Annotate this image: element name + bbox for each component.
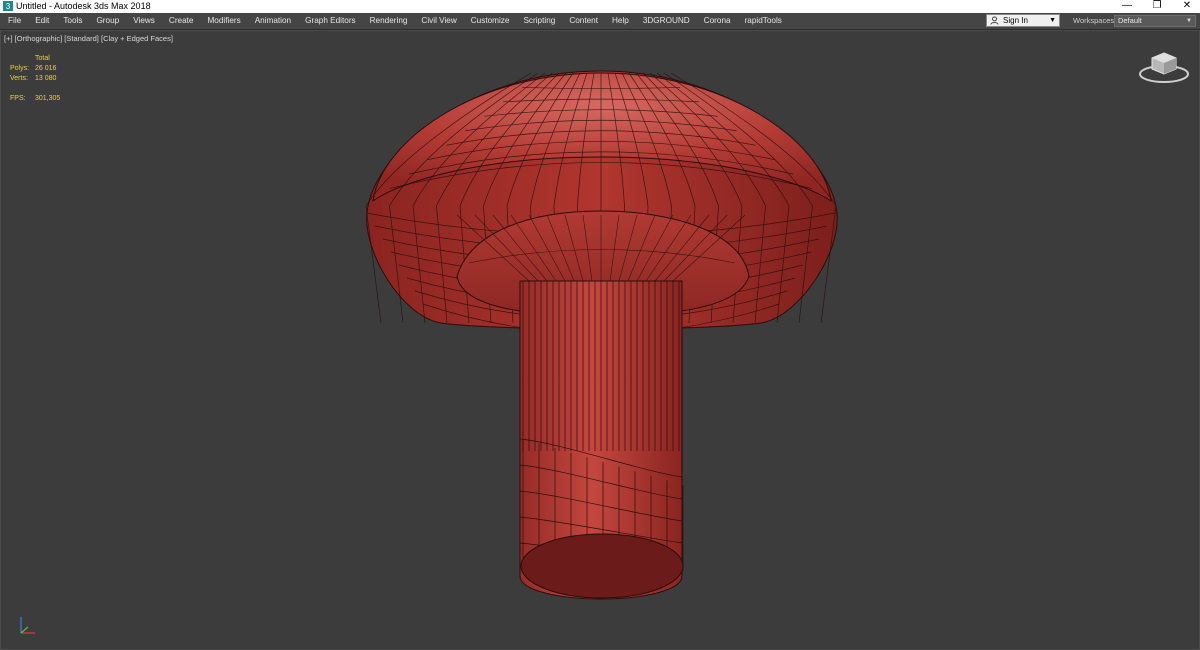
minimize-button[interactable]: — [1110,0,1144,13]
statistics-overlay: Total Polys: 26 016 Verts: 13 080 FPS: 301,… [10,54,60,104]
menu-graph-editors[interactable]: Graph Editors [298,13,363,29]
stats-polys-value: 26 016 [35,65,57,72]
sign-in-label: Sign In [1003,16,1028,25]
menu-help[interactable]: Help [605,13,636,29]
workspaces-select[interactable]: Default ▼ [1114,15,1196,27]
viewcube-icon[interactable] [1137,49,1191,87]
menu-scripting[interactable]: Scripting [516,13,562,29]
maximize-button[interactable]: ❐ [1140,0,1174,13]
chevron-down-icon: ▼ [1186,18,1192,24]
menu-3dground[interactable]: 3DGROUND [636,13,697,29]
axis-tripod-icon [20,617,35,634]
workspaces-value: Default [1118,16,1142,25]
viewport-label[interactable]: [+] [Orthographic] [Standard] [Clay + Ed… [4,34,173,43]
viewport-shading-label[interactable]: [Standard] [64,34,99,43]
sign-in-dropdown[interactable]: Sign In ▼ [986,14,1060,27]
viewport-menu[interactable]: [+] [4,34,13,43]
menu-group[interactable]: Group [89,13,126,29]
viewport-mode-label[interactable]: [Clay + Edged Faces] [101,34,173,43]
menu-content[interactable]: Content [562,13,605,29]
workspaces-label: Workspaces: [1073,16,1117,25]
mushroom-model[interactable] [365,70,838,600]
stats-fps-value: 301,305 [35,95,61,102]
menu-create[interactable]: Create [162,13,201,29]
title-bar: 3 Untitled - Autodesk 3ds Max 2018 — ❐ ✕ [0,0,1200,13]
stats-total-header: Total [35,55,50,62]
stats-fps-label: FPS: [10,95,26,102]
chevron-down-icon: ▼ [1049,17,1056,24]
menu-animation[interactable]: Animation [248,13,298,29]
stats-verts-value: 13 080 [35,75,57,82]
menu-edit[interactable]: Edit [28,13,56,29]
close-button[interactable]: ✕ [1170,0,1200,13]
menu-rapidtools[interactable]: rapidTools [738,13,789,29]
menu-tools[interactable]: Tools [56,13,89,29]
menu-corona[interactable]: Corona [697,13,738,29]
3ds-max-icon: 3 [3,1,13,11]
menu-modifiers[interactable]: Modifiers [200,13,247,29]
menu-rendering[interactable]: Rendering [363,13,415,29]
menu-views[interactable]: Views [126,13,162,29]
perspective-viewport[interactable]: [+] [Orthographic] [Standard] [Clay + Ed… [0,30,1200,650]
stem-bottom [520,533,684,599]
svg-text:3: 3 [6,2,11,11]
stats-polys-label: Polys: [10,65,30,72]
scene-canvas[interactable] [1,31,1199,649]
stats-verts-label: Verts: [10,75,28,82]
viewport-view-label[interactable]: [Orthographic] [15,34,63,43]
menu-civil-view[interactable]: Civil View [414,13,463,29]
user-icon [990,16,999,25]
menu-items: File Edit Tools Group Views Create Modif… [0,13,789,29]
menu-customize[interactable]: Customize [464,13,517,29]
menu-file[interactable]: File [0,13,28,29]
window-title: Untitled - Autodesk 3ds Max 2018 [16,1,151,11]
menu-bar: File Edit Tools Group Views Create Modif… [0,13,1200,30]
